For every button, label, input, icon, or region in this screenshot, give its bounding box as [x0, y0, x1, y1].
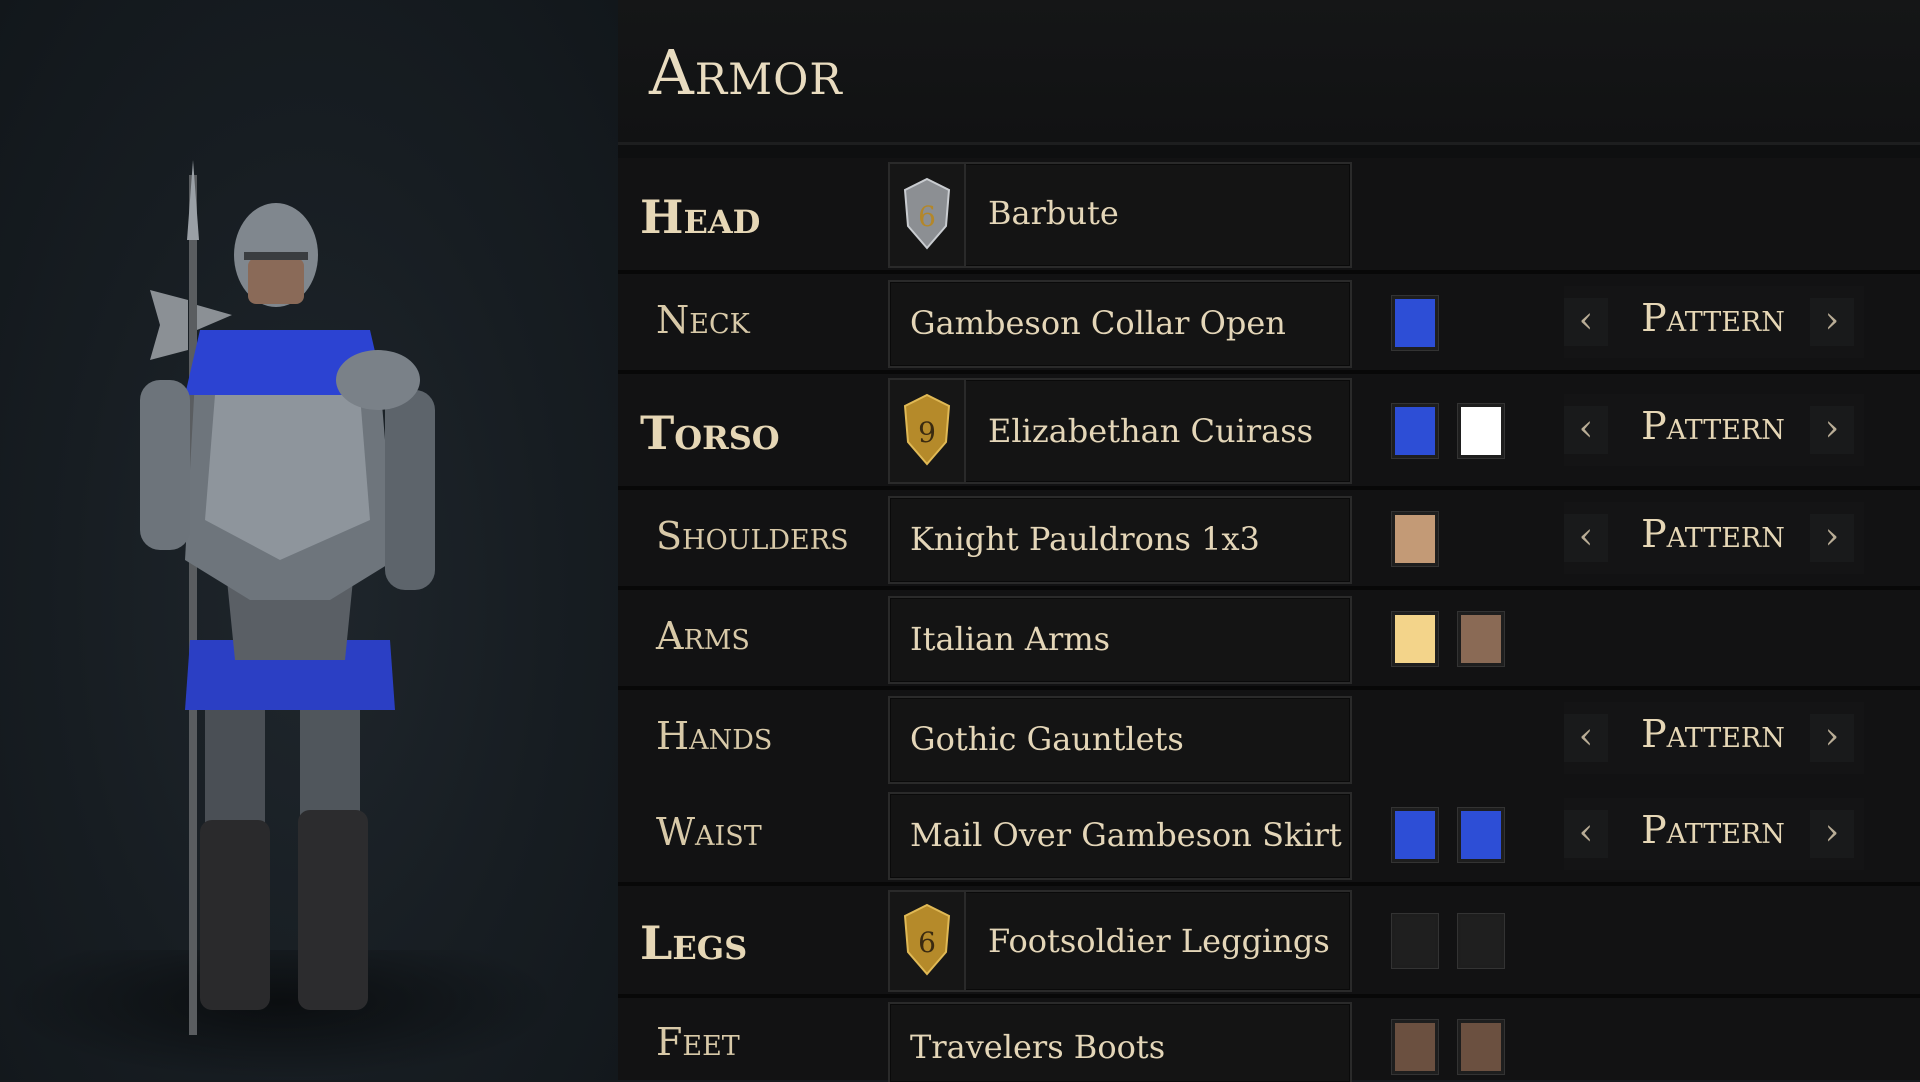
pattern-selector-torso: ‹ Pattern › — [1564, 394, 1864, 466]
slot-label-hands: Hands — [656, 714, 773, 758]
slot-row-neck: Neck Gambeson Collar Open ‹ Pattern › — [618, 274, 1920, 374]
pattern-label: Pattern — [1641, 712, 1785, 756]
shield-icon: 6 — [903, 903, 951, 976]
color-swatch-torso-2[interactable] — [1458, 404, 1504, 458]
slot-label-waist: Waist — [656, 810, 762, 854]
chevron-right-icon[interactable]: › — [1810, 406, 1854, 454]
item-select-head[interactable]: 6 Barbute — [888, 162, 1352, 268]
pattern-selector-waist: ‹ Pattern › — [1564, 798, 1864, 870]
color-swatch-torso-1[interactable] — [1392, 404, 1438, 458]
slot-row-shoulders: Shoulders Knight Pauldrons 1x3 ‹ Pattern… — [618, 490, 1920, 590]
chevron-left-icon[interactable]: ‹ — [1564, 810, 1608, 858]
pattern-selector-hands: ‹ Pattern › — [1564, 702, 1864, 774]
item-select-arms[interactable]: Italian Arms — [888, 596, 1352, 684]
item-name-shoulders: Knight Pauldrons 1x3 — [910, 520, 1260, 558]
item-name-feet: Travelers Boots — [910, 1028, 1166, 1066]
svg-text:9: 9 — [918, 416, 936, 449]
item-select-feet[interactable]: Travelers Boots — [888, 1002, 1352, 1082]
slot-row-hands: Hands Gothic Gauntlets ‹ Pattern › — [618, 690, 1920, 790]
chevron-right-icon[interactable]: › — [1810, 298, 1854, 346]
item-select-waist[interactable]: Mail Over Gambeson Skirt — [888, 792, 1352, 880]
chevron-right-icon[interactable]: › — [1810, 810, 1854, 858]
panel-header: Armor — [618, 0, 1920, 145]
slot-label-head: Head — [640, 190, 761, 244]
pattern-label: Pattern — [1641, 808, 1785, 852]
armor-panel: Armor Head 6 Barbute Neck Gambeson Colla… — [618, 0, 1920, 1082]
item-select-torso[interactable]: 9 Elizabethan Cuirass — [888, 378, 1352, 484]
item-select-neck[interactable]: Gambeson Collar Open — [888, 280, 1352, 368]
color-swatch-neck-1[interactable] — [1392, 296, 1438, 350]
pattern-label: Pattern — [1641, 296, 1785, 340]
chevron-left-icon[interactable]: ‹ — [1564, 514, 1608, 562]
shield-icon: 6 — [903, 177, 951, 250]
color-swatch-legs-2[interactable] — [1458, 914, 1504, 968]
pattern-selector-shoulders: ‹ Pattern › — [1564, 502, 1864, 574]
slot-row-torso: Torso 9 Elizabethan Cuirass ‹ Pattern › — [618, 374, 1920, 490]
item-select-hands[interactable]: Gothic Gauntlets — [888, 696, 1352, 784]
item-name-waist: Mail Over Gambeson Skirt — [910, 816, 1342, 854]
slot-row-legs: Legs 6 Footsoldier Leggings — [618, 886, 1920, 998]
color-swatch-feet-2[interactable] — [1458, 1020, 1504, 1074]
tier-badge-head: 6 — [890, 164, 966, 266]
item-name-head: Barbute — [988, 194, 1119, 232]
item-select-shoulders[interactable]: Knight Pauldrons 1x3 — [888, 496, 1352, 584]
slot-label-arms: Arms — [656, 614, 750, 658]
svg-text:6: 6 — [918, 926, 936, 959]
item-name-legs: Footsoldier Leggings — [988, 922, 1330, 960]
slot-label-torso: Torso — [640, 406, 780, 460]
slot-label-neck: Neck — [656, 298, 750, 342]
item-name-hands: Gothic Gauntlets — [910, 720, 1184, 758]
slot-row-arms: Arms Italian Arms — [618, 590, 1920, 690]
slot-label-shoulders: Shoulders — [656, 514, 849, 558]
shield-icon: 9 — [903, 393, 951, 466]
slot-label-legs: Legs — [640, 916, 748, 970]
item-name-neck: Gambeson Collar Open — [910, 304, 1286, 342]
slot-label-feet: Feet — [656, 1020, 740, 1064]
color-swatch-waist-2[interactable] — [1458, 808, 1504, 862]
knight-model-image — [140, 160, 435, 1035]
item-name-torso: Elizabethan Cuirass — [988, 412, 1314, 450]
slot-row-head: Head 6 Barbute — [618, 158, 1920, 274]
chevron-left-icon[interactable]: ‹ — [1564, 406, 1608, 454]
color-swatch-shoulders-1[interactable] — [1392, 512, 1438, 566]
svg-text:6: 6 — [918, 200, 936, 233]
tier-badge-torso: 9 — [890, 380, 966, 482]
character-preview[interactable] — [0, 0, 618, 1080]
chevron-right-icon[interactable]: › — [1810, 514, 1854, 562]
chevron-left-icon[interactable]: ‹ — [1564, 714, 1608, 762]
chevron-left-icon[interactable]: ‹ — [1564, 298, 1608, 346]
chevron-right-icon[interactable]: › — [1810, 714, 1854, 762]
slot-row-feet: Feet Travelers Boots — [618, 998, 1920, 1082]
pattern-selector-neck: ‹ Pattern › — [1564, 286, 1864, 358]
item-select-legs[interactable]: 6 Footsoldier Leggings — [888, 890, 1352, 992]
color-swatch-waist-1[interactable] — [1392, 808, 1438, 862]
color-swatch-legs-1[interactable] — [1392, 914, 1438, 968]
slot-row-waist: Waist Mail Over Gambeson Skirt ‹ Pattern… — [618, 786, 1920, 886]
color-swatch-feet-1[interactable] — [1392, 1020, 1438, 1074]
pattern-label: Pattern — [1641, 512, 1785, 556]
pattern-label: Pattern — [1641, 404, 1785, 448]
color-swatch-arms-1[interactable] — [1392, 612, 1438, 666]
panel-title: Armor — [649, 36, 843, 109]
tier-badge-legs: 6 — [890, 892, 966, 990]
color-swatch-arms-2[interactable] — [1458, 612, 1504, 666]
item-name-arms: Italian Arms — [910, 620, 1111, 658]
